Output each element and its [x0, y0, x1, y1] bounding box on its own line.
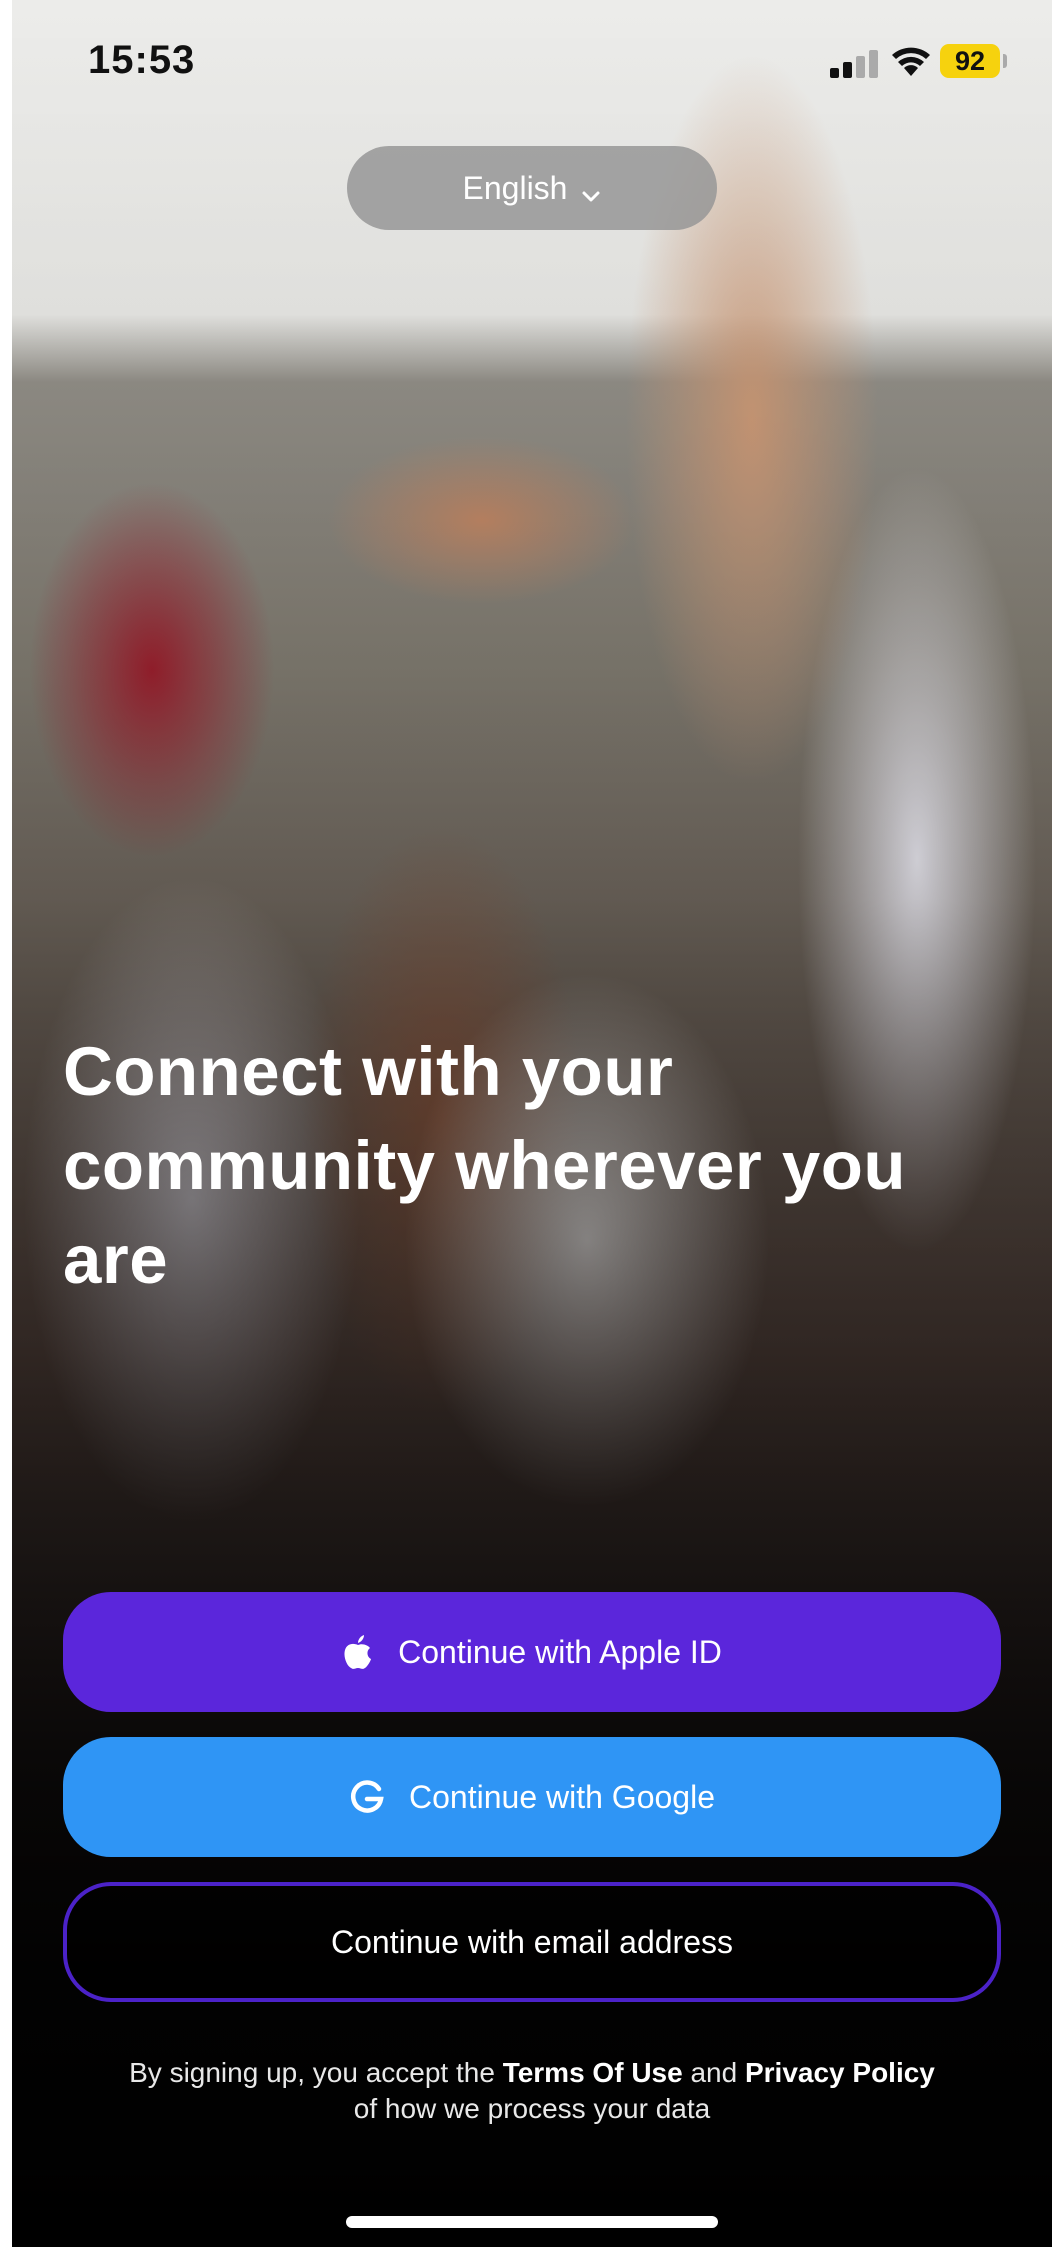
continue-email-label: Continue with email address: [331, 1923, 733, 1960]
terms-of-use-link[interactable]: Terms Of Use: [503, 2057, 683, 2088]
status-bar: 15:53 92: [0, 0, 1064, 120]
status-time: 15:53: [88, 38, 196, 82]
screen-edge-right: [1052, 0, 1064, 2247]
battery-tip: [1003, 54, 1007, 68]
headline-line-3: are: [63, 1221, 169, 1298]
apple-icon: [342, 1633, 374, 1671]
language-label: English: [462, 169, 568, 206]
continue-apple-label: Continue with Apple ID: [398, 1633, 722, 1670]
legal-prefix: By signing up, you accept the: [129, 2057, 495, 2088]
legal-and: and: [690, 2057, 738, 2088]
language-selector[interactable]: English: [347, 146, 717, 230]
headline-line-2: community wherever you: [63, 1127, 907, 1204]
continue-google-button[interactable]: Continue with Google: [63, 1737, 1001, 1857]
privacy-policy-link[interactable]: Privacy Policy: [745, 2057, 935, 2088]
legal-suffix: of how we process your data: [353, 2093, 711, 2124]
chevron-down-icon: [581, 178, 601, 202]
headline: Connect with your community wherever you…: [63, 1025, 1013, 1307]
battery-indicator: 92: [940, 44, 1000, 78]
onboarding-screen: 15:53 92 English Connect with your commu…: [0, 0, 1064, 2247]
continue-apple-button[interactable]: Continue with Apple ID: [63, 1592, 1001, 1712]
google-icon: [349, 1779, 385, 1815]
continue-email-button[interactable]: Continue with email address: [63, 1882, 1001, 2002]
wifi-icon: [890, 44, 932, 78]
continue-google-label: Continue with Google: [409, 1778, 715, 1815]
screen-edge-left: [0, 0, 12, 2247]
home-indicator[interactable]: [346, 2216, 718, 2228]
cellular-signal-icon: [830, 50, 880, 78]
headline-line-1: Connect with your: [63, 1033, 674, 1110]
legal-notice: By signing up, you accept the Terms Of U…: [63, 2055, 1001, 2127]
